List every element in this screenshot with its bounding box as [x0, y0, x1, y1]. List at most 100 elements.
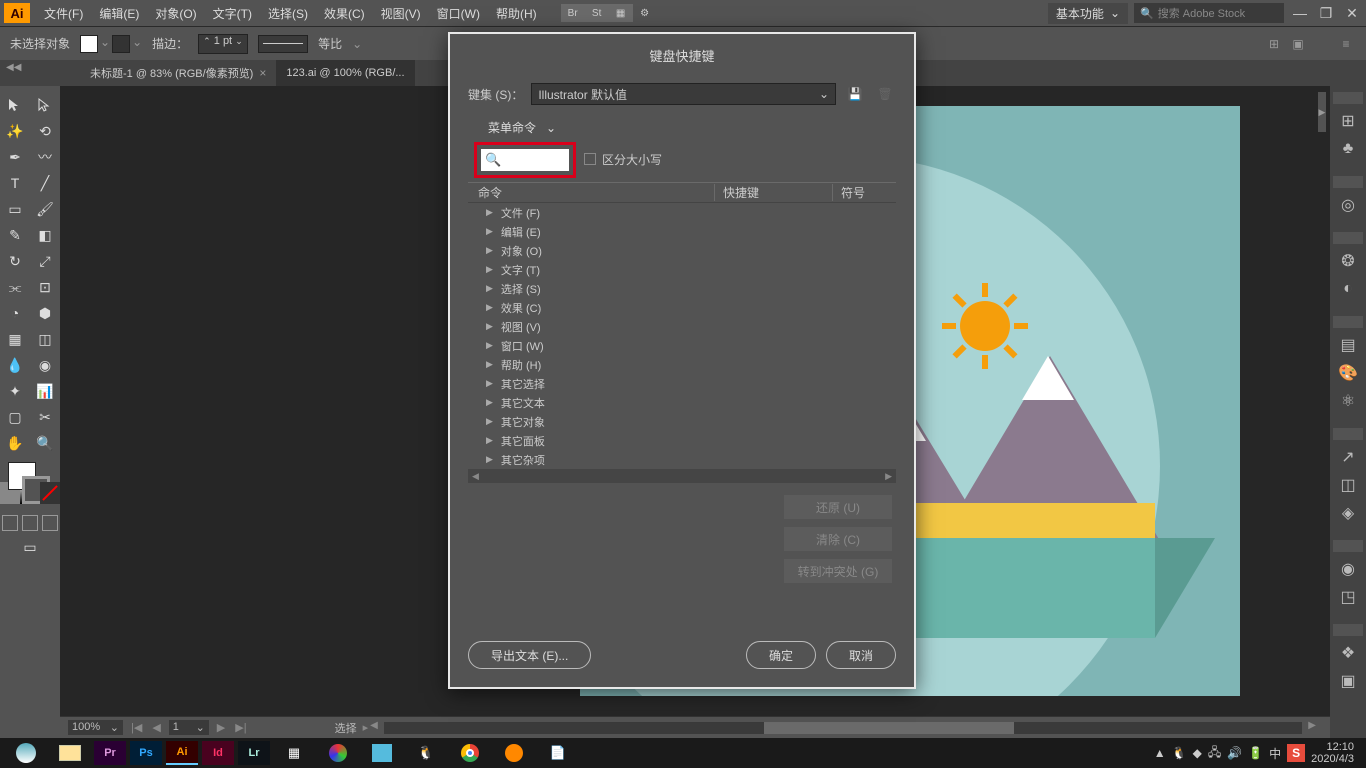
tray-sogou-icon[interactable]: S — [1287, 744, 1305, 762]
close-icon[interactable]: × — [259, 66, 266, 80]
panel-menu-icon[interactable]: ≡ — [1336, 34, 1356, 54]
next-artboard-btn[interactable]: ▶ — [215, 721, 227, 734]
transform-icon[interactable]: ▣ — [1288, 34, 1308, 54]
taskbar-browser-icon[interactable] — [6, 739, 46, 767]
case-checkbox[interactable] — [584, 153, 596, 165]
taskbar-app-icon[interactable] — [362, 739, 402, 767]
panel-handle[interactable] — [1333, 232, 1363, 244]
command-row[interactable]: ▶其它杂项 — [468, 450, 896, 469]
command-row[interactable]: ▶窗口 (W) — [468, 336, 896, 355]
hand-tool[interactable]: ✋ — [0, 430, 30, 456]
taskbar-notepad-icon[interactable]: 📄 — [538, 739, 578, 767]
curvature-tool[interactable]: 〰 — [30, 144, 60, 170]
rectangle-tool[interactable]: ▭ — [0, 196, 30, 222]
eraser-tool[interactable]: ◧ — [30, 222, 60, 248]
layers-panel-icon[interactable]: ❖ — [1334, 640, 1362, 666]
table-scrollbar[interactable]: ◀▶ — [468, 469, 896, 483]
shape-builder-tool[interactable]: ◔ — [0, 300, 30, 326]
panel-handle[interactable] — [1333, 92, 1363, 104]
tray-network-icon[interactable]: 🖧 — [1208, 743, 1221, 764]
bridge-icon[interactable]: Br — [561, 4, 585, 22]
taskbar-indesign-icon[interactable]: Id — [202, 741, 234, 765]
artboard-tool[interactable]: ▢ — [0, 404, 30, 430]
tray-ime-icon[interactable]: 中 — [1269, 745, 1281, 762]
export-text-button[interactable]: 导出文本 (E)... — [468, 641, 591, 669]
chevron-down-icon[interactable]: ⌄ — [100, 35, 110, 53]
panel-collapse-icon[interactable]: ▶ — [1318, 92, 1326, 132]
panel-handle[interactable] — [1333, 624, 1363, 636]
width-tool[interactable]: ⫘ — [0, 274, 30, 300]
transparency-panel-icon[interactable]: ◈ — [1334, 500, 1362, 526]
paintbrush-tool[interactable]: 🖌 — [30, 196, 60, 222]
taskbar-clock[interactable]: 12:10 2020/4/3 — [1311, 741, 1360, 765]
command-row[interactable]: ▶其它选择 — [468, 374, 896, 393]
symbol-sprayer-tool[interactable]: ✦ — [0, 378, 30, 404]
tray-battery-icon[interactable]: 🔋 — [1248, 746, 1263, 760]
scrollbar-thumb[interactable] — [764, 722, 1014, 734]
swatches-panel-icon[interactable]: ▤ — [1334, 332, 1362, 358]
magic-wand-tool[interactable]: ✨ — [0, 118, 30, 144]
stroke-weight-input[interactable]: ⌃ 1 pt ⌄ — [198, 34, 248, 54]
color-mode-none[interactable] — [40, 482, 60, 504]
ok-button[interactable]: 确定 — [746, 641, 816, 669]
window-close-icon[interactable]: ✕ — [1342, 3, 1362, 23]
symbols-panel-icon[interactable]: ⚛ — [1334, 388, 1362, 414]
command-row[interactable]: ▶文件 (F) — [468, 203, 896, 222]
tray-app-icon[interactable]: ◆ — [1193, 746, 1202, 760]
taskbar-app-icon[interactable] — [494, 739, 534, 767]
command-row[interactable]: ▶效果 (C) — [468, 298, 896, 317]
stroke-swatch[interactable] — [112, 35, 130, 53]
workspace-dropdown[interactable]: 基本功能⌄ — [1048, 3, 1128, 24]
brushes-panel-icon[interactable]: 🎨 — [1334, 360, 1362, 386]
panel-handle[interactable] — [1333, 428, 1363, 440]
shortcut-type-dropdown[interactable]: 菜单命令⌄ — [488, 119, 556, 136]
search-text-input[interactable] — [501, 153, 561, 167]
menu-view[interactable]: 视图(V) — [373, 5, 429, 22]
cancel-button[interactable]: 取消 — [826, 641, 896, 669]
appearance-panel-icon[interactable]: ◉ — [1334, 556, 1362, 582]
slice-tool[interactable]: ✂ — [30, 404, 60, 430]
document-tab[interactable]: 未标题-1 @ 83% (RGB/像素预览)× — [80, 60, 276, 86]
command-row[interactable]: ▶编辑 (E) — [468, 222, 896, 241]
libraries-panel-icon[interactable]: ♣ — [1334, 136, 1362, 162]
screen-mode-tool[interactable]: ▭ — [0, 534, 60, 560]
keyset-dropdown[interactable]: Illustrator 默认值⌄ — [531, 83, 836, 105]
arrange-icon[interactable]: ▦ — [609, 4, 633, 22]
color-guide-panel-icon[interactable]: ◐ — [1334, 276, 1362, 302]
fill-swatch[interactable] — [80, 35, 98, 53]
menu-object[interactable]: 对象(O) — [147, 5, 204, 22]
graph-tool[interactable]: 📊 — [30, 378, 60, 404]
gradient-tool[interactable]: ◫ — [30, 326, 60, 352]
taskbar-app-icon[interactable]: ▦ — [274, 739, 314, 767]
eyedropper-tool[interactable]: 💧 — [0, 352, 30, 378]
search-stock-input[interactable]: 🔍搜索 Adobe Stock — [1134, 3, 1284, 23]
horizontal-scrollbar[interactable] — [384, 722, 1302, 734]
tray-expand-icon[interactable]: ▲ — [1154, 746, 1166, 760]
command-row[interactable]: ▶其它面板 — [468, 431, 896, 450]
free-transform-tool[interactable]: ⊡ — [30, 274, 60, 300]
gradient-panel-icon[interactable]: ◫ — [1334, 472, 1362, 498]
menu-effect[interactable]: 效果(C) — [316, 5, 373, 22]
gpu-icon[interactable]: ⚙ — [633, 4, 657, 22]
selection-tool[interactable] — [0, 92, 30, 118]
stroke-panel-icon[interactable]: ↗ — [1334, 444, 1362, 470]
taskbar-photoshop-icon[interactable]: Ps — [130, 741, 162, 765]
command-row[interactable]: ▶帮助 (H) — [468, 355, 896, 374]
command-row[interactable]: ▶视图 (V) — [468, 317, 896, 336]
graphic-styles-panel-icon[interactable]: ◳ — [1334, 584, 1362, 610]
taskbar-app-icon[interactable] — [318, 739, 358, 767]
cc-panel-icon[interactable]: ◎ — [1334, 192, 1362, 218]
perspective-tool[interactable]: ⬢ — [30, 300, 60, 326]
menu-select[interactable]: 选择(S) — [260, 5, 316, 22]
scale-tool[interactable]: ⤢ — [30, 248, 60, 274]
color-panel-icon[interactable]: ❂ — [1334, 248, 1362, 274]
taskbar-illustrator-icon[interactable]: Ai — [166, 741, 198, 765]
shaper-tool[interactable]: ✎ — [0, 222, 30, 248]
document-tab[interactable]: 123.ai @ 100% (RGB/... — [276, 60, 414, 86]
draw-inside-icon[interactable] — [42, 515, 58, 531]
panel-handle[interactable] — [1333, 540, 1363, 552]
window-minimize-icon[interactable]: — — [1290, 3, 1310, 23]
stroke-style-dropdown[interactable] — [258, 35, 308, 53]
first-artboard-btn[interactable]: |◀ — [129, 721, 144, 734]
artboards-panel-icon[interactable]: ▣ — [1334, 668, 1362, 694]
